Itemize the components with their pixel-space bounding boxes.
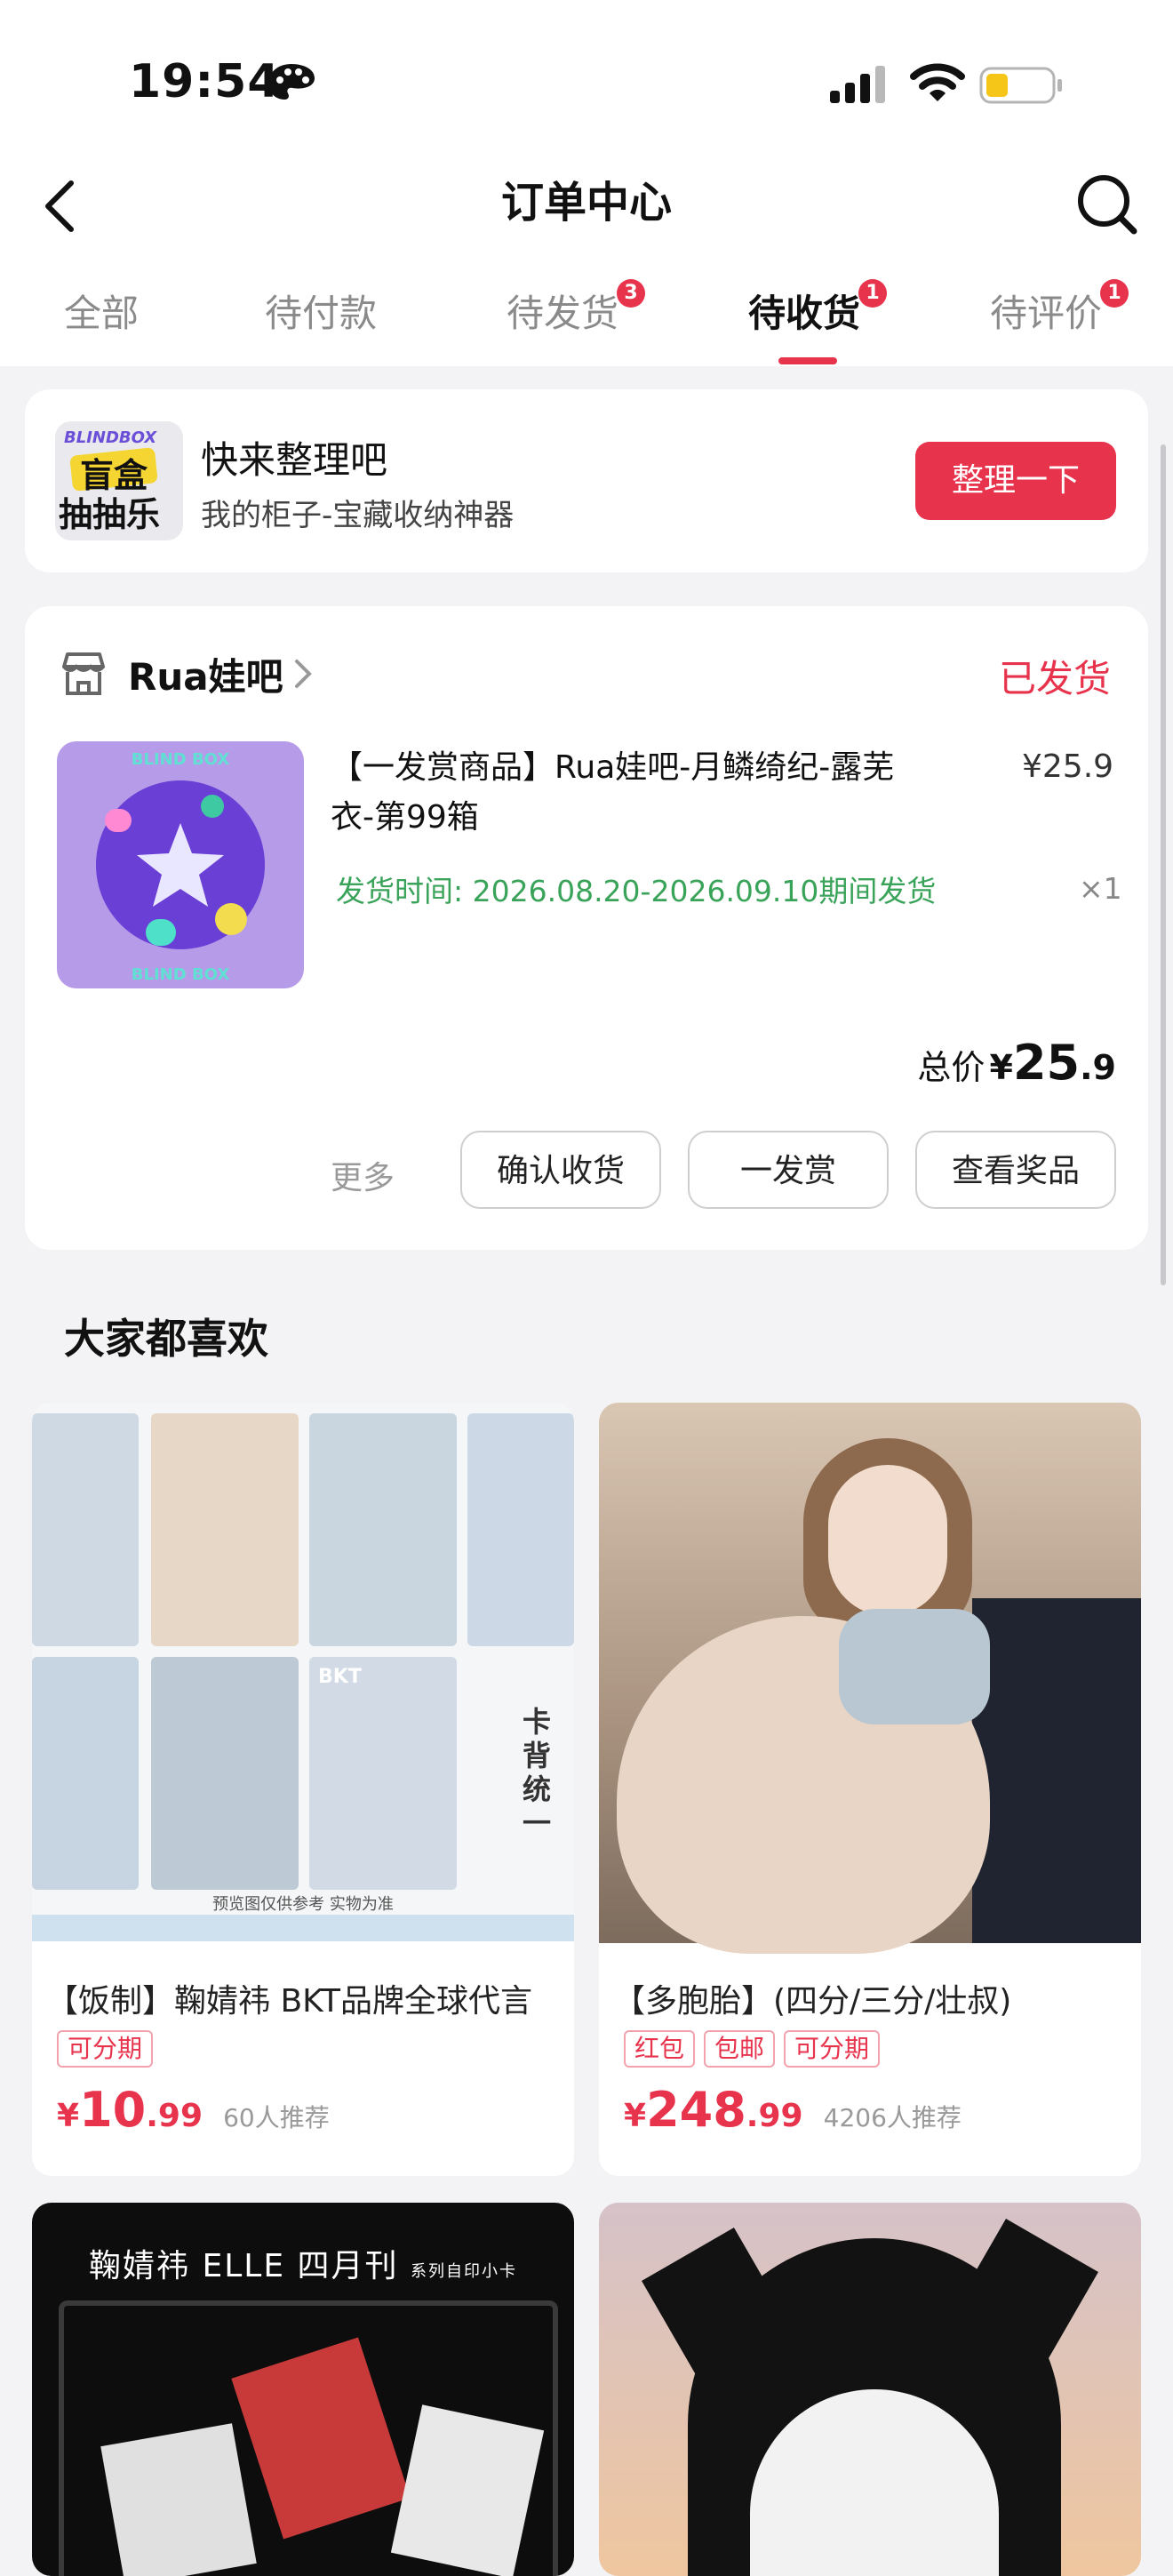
price-currency: ¥ bbox=[57, 2098, 80, 2134]
product-card[interactable]: BKT 卡背统一 预览图仅供参考 实物为准 【饭制】鞠婧祎 BKT品牌全球代言 … bbox=[32, 1403, 574, 2176]
image-caption: 预览图仅供参考 实物为准 bbox=[212, 1895, 394, 1914]
tag: 可分期 bbox=[57, 2030, 154, 2068]
product-card-price: ¥10.99 60人推荐 bbox=[57, 2082, 330, 2138]
icon-text-line2: 抽抽乐 bbox=[59, 495, 161, 534]
tag: 红包 bbox=[624, 2030, 696, 2068]
tab-pending-receipt[interactable]: 待收货 bbox=[748, 284, 860, 343]
status-time: 19:54 bbox=[129, 55, 281, 108]
tag: 可分期 bbox=[784, 2030, 881, 2068]
price-integer: 10 bbox=[79, 2082, 147, 2138]
blindbox-app-icon: BLINDBOX 盲盒 抽抽乐 bbox=[55, 421, 183, 540]
product-image[interactable]: BLIND BOX BLIND BOX bbox=[57, 741, 304, 988]
product-card[interactable]: 鞠婧祎 ELLE 四月刊 系列自印小卡 bbox=[32, 2203, 574, 2576]
product-quantity: ×1 bbox=[1079, 871, 1122, 906]
more-button[interactable]: 更多 bbox=[331, 1152, 395, 1198]
tag-list: 可分期 bbox=[57, 2030, 154, 2068]
total-currency: ¥ bbox=[989, 1048, 1013, 1087]
tab-badge: 3 bbox=[617, 279, 645, 308]
product-card[interactable] bbox=[599, 2203, 1141, 2576]
page-title: 订单中心 bbox=[500, 178, 672, 228]
wifi-icon bbox=[910, 63, 965, 101]
tag: 包邮 bbox=[704, 2030, 776, 2068]
recommend-title: 大家都喜欢 bbox=[64, 1315, 268, 1363]
order-total: 总价 ¥25.9 bbox=[0, 1035, 1116, 1091]
product-image-text-top: BLIND BOX bbox=[131, 750, 230, 769]
image-header-text: 鞠婧祎 ELLE 四月刊 系列自印小卡 bbox=[32, 2240, 574, 2286]
product-photo: BKT 卡背统一 预览图仅供参考 实物为准 bbox=[32, 1403, 574, 1941]
confirm-receipt-button[interactable]: 确认收货 bbox=[460, 1131, 661, 1209]
image-header-small: 系列自印小卡 bbox=[410, 2262, 517, 2281]
product-card-title: 【饭制】鞠婧祎 BKT品牌全球代言 bbox=[46, 1983, 532, 2020]
tab-active-indicator bbox=[778, 357, 837, 364]
product-card-title: 【多胞胎】(四分/三分/壮叔) bbox=[613, 1983, 1012, 2020]
total-integer: 25 bbox=[1012, 1035, 1081, 1091]
promo-title: 快来整理吧 bbox=[201, 438, 388, 482]
tab-all[interactable]: 全部 bbox=[64, 284, 139, 343]
star-icon bbox=[137, 823, 224, 907]
tab-pending-review[interactable]: 待评价 bbox=[990, 284, 1102, 343]
view-prizes-button[interactable]: 查看奖品 bbox=[915, 1131, 1116, 1209]
product-price: ¥25.9 bbox=[1022, 748, 1114, 785]
recommend-count: 4206人推荐 bbox=[823, 2103, 962, 2132]
price-decimal: .99 bbox=[146, 2098, 203, 2134]
search-icon[interactable] bbox=[1073, 169, 1141, 240]
battery-icon bbox=[979, 67, 1062, 104]
product-card[interactable]: 【多胞胎】(四分/三分/壮叔) 红包 包邮 可分期 ¥248.99 4206人推荐 bbox=[599, 1403, 1141, 2176]
promo-subtitle: 我的柜子-宝藏收纳神器 bbox=[201, 498, 515, 533]
product-image-text-bottom: BLIND BOX bbox=[131, 965, 230, 984]
chevron-right-icon[interactable] bbox=[293, 656, 313, 692]
image-brand-text: BKT bbox=[318, 1666, 362, 1688]
store-name[interactable]: Rua娃吧 bbox=[128, 647, 283, 701]
shipping-time: 发货时间: 2026.08.20-2026.09.10期间发货 bbox=[336, 874, 937, 908]
tab-badge: 1 bbox=[858, 279, 887, 308]
product-title[interactable]: 【一发赏商品】Rua娃吧-月鳞绮纪-露芜衣-第99箱 bbox=[331, 743, 935, 843]
price-currency: ¥ bbox=[624, 2098, 647, 2134]
price-integer: 248 bbox=[646, 2082, 746, 2138]
tab-badge: 1 bbox=[1100, 279, 1129, 308]
organize-button[interactable]: 整理一下 bbox=[915, 442, 1116, 520]
store-icon[interactable] bbox=[59, 649, 108, 699]
scrollbar[interactable] bbox=[1161, 444, 1166, 1285]
image-header: 鞠婧祎 ELLE 四月刊 bbox=[89, 2248, 399, 2284]
image-side-text: 卡背统一 bbox=[523, 1705, 552, 1840]
total-decimal: .9 bbox=[1080, 1048, 1116, 1087]
palette-icon bbox=[268, 64, 315, 100]
tab-pending-shipment[interactable]: 待发货 bbox=[507, 284, 618, 343]
tab-pending-payment[interactable]: 待付款 bbox=[265, 284, 377, 343]
price-decimal: .99 bbox=[746, 2098, 803, 2134]
yifashang-button[interactable]: 一发赏 bbox=[688, 1131, 889, 1209]
recommend-count: 60人推荐 bbox=[223, 2103, 330, 2132]
tag-list: 红包 包邮 可分期 bbox=[624, 2030, 881, 2068]
order-status: 已发货 bbox=[999, 657, 1112, 700]
total-label: 总价 bbox=[917, 1048, 985, 1087]
product-photo bbox=[599, 1403, 1141, 1954]
product-card-price: ¥248.99 4206人推荐 bbox=[624, 2082, 962, 2138]
signal-icon bbox=[830, 66, 885, 103]
icon-brand-text: BLINDBOX bbox=[64, 428, 157, 447]
